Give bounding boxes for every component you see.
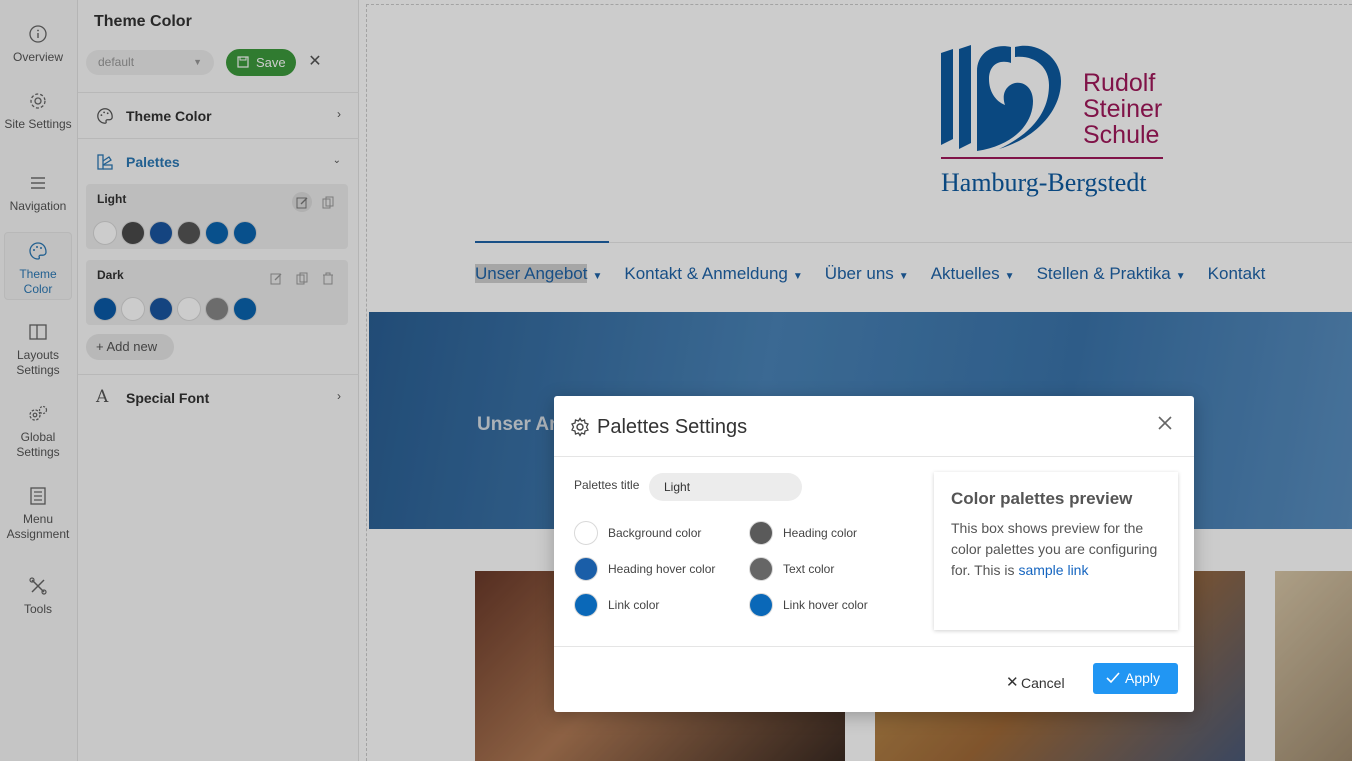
apply-label: Apply	[1125, 670, 1161, 686]
preview-body: This box shows preview for the color pal…	[951, 518, 1171, 581]
dialog-title: Palettes Settings	[597, 416, 748, 438]
color-picker-dot[interactable]	[574, 593, 598, 617]
palettes-title-label: Palettes title	[574, 478, 640, 492]
apply-button[interactable]: Apply	[1093, 663, 1178, 694]
color-picker-dot[interactable]	[749, 557, 773, 581]
color-picker-dot[interactable]	[574, 521, 598, 545]
dialog-header: Palettes Settings	[554, 396, 1194, 457]
color-picker-dot[interactable]	[749, 521, 773, 545]
color-label: Heading hover color	[608, 562, 716, 576]
dialog-footer-divider	[554, 646, 1194, 647]
close-icon[interactable]	[1158, 416, 1172, 430]
color-label: Text color	[783, 562, 835, 576]
app-window: Overview Site Settings Navigation Theme …	[0, 0, 1352, 761]
color-label: Heading color	[783, 526, 858, 540]
color-picker-dot[interactable]	[574, 557, 598, 581]
preview-title: Color palettes preview	[951, 489, 1133, 508]
cancel-label: Cancel	[1021, 675, 1065, 691]
gear-icon	[571, 417, 589, 437]
color-label: Link hover color	[783, 598, 868, 612]
palettes-title-input[interactable]	[649, 473, 802, 501]
close-icon: ✕	[1006, 674, 1019, 691]
color-palettes-preview: Color palettes preview This box shows pr…	[934, 472, 1178, 630]
sample-link[interactable]: sample link	[1018, 562, 1088, 578]
color-label: Background color	[608, 526, 702, 540]
palettes-settings-dialog: Palettes Settings Palettes title Backgro…	[554, 396, 1194, 712]
color-label: Link color	[608, 598, 660, 612]
cancel-button[interactable]: ✕ Cancel	[1006, 671, 1065, 695]
color-picker-dot[interactable]	[749, 593, 773, 617]
check-icon	[1106, 672, 1120, 684]
